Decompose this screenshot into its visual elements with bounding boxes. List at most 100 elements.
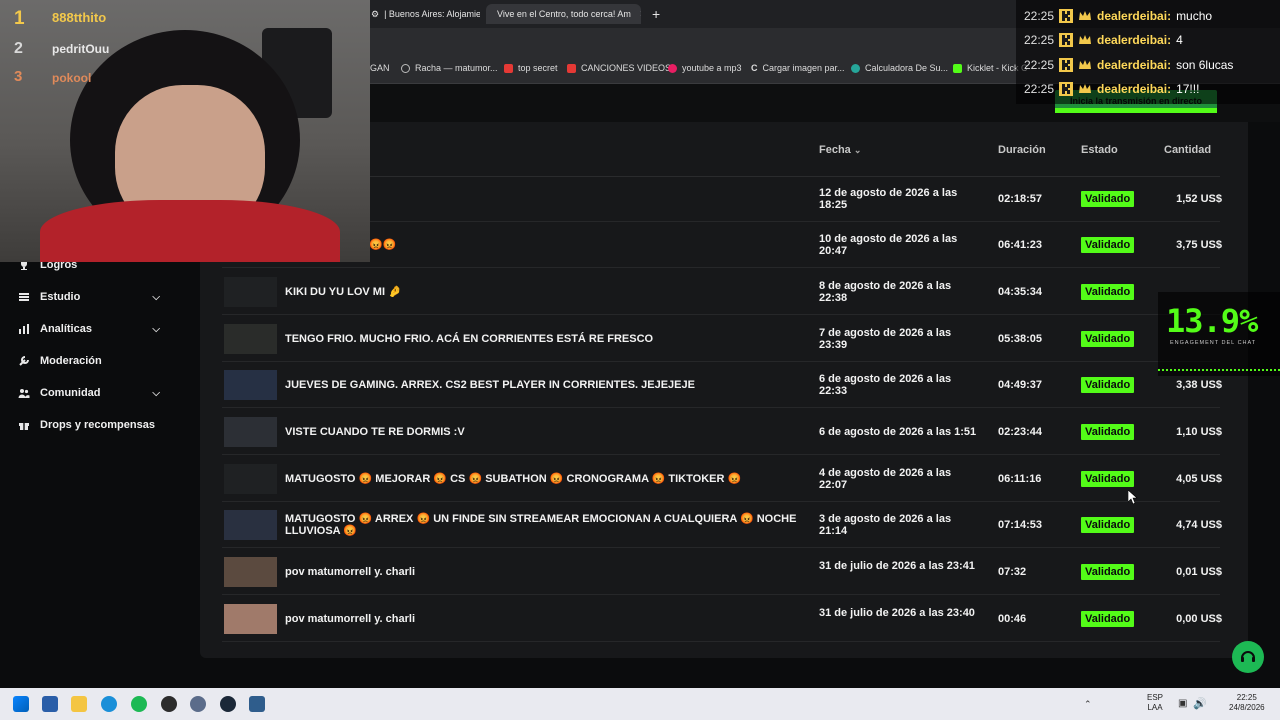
sidebar-item-label: Moderación bbox=[40, 355, 102, 367]
network-icon[interactable]: ▣ bbox=[1178, 698, 1187, 709]
stream-title[interactable]: VISTE CUANDO TE RE DORMIS :V bbox=[285, 426, 805, 438]
sidebar-item-analiticas[interactable]: Analíticas ⌵ bbox=[18, 323, 160, 335]
bookmark-item[interactable]: C Cargar imagen par... bbox=[751, 63, 845, 73]
status-badge: Validado bbox=[1081, 564, 1135, 580]
table-row[interactable]: JUEVES DE GAMING. ARREX. CS2 BEST PLAYER… bbox=[222, 362, 1222, 408]
crown-icon bbox=[1079, 84, 1092, 93]
support-button[interactable] bbox=[1232, 641, 1264, 673]
status-badge: Validado bbox=[1081, 284, 1135, 300]
mouse-cursor-icon bbox=[1128, 490, 1138, 504]
chevron-up-icon[interactable]: ⌃ bbox=[1084, 699, 1092, 710]
windows-start-icon[interactable] bbox=[13, 696, 29, 712]
bookmark-item[interactable]: Calculadora De Su... bbox=[851, 63, 948, 73]
spotify-icon[interactable] bbox=[131, 696, 147, 712]
tab-vive-centro[interactable]: Vive en el Centro, todo cerca! Am × bbox=[486, 4, 641, 24]
youtube-icon bbox=[567, 63, 576, 73]
table-row[interactable]: pov matumorrell y. charli 31 de julio de … bbox=[222, 596, 1222, 642]
stream-thumbnail[interactable] bbox=[224, 557, 277, 587]
ccleaner-icon[interactable] bbox=[190, 696, 206, 712]
stream-thumbnail[interactable] bbox=[224, 464, 277, 494]
stream-thumbnail[interactable] bbox=[224, 277, 277, 307]
sidebar-item-label: Comunidad bbox=[40, 387, 101, 399]
sidebar-item-moderacion[interactable]: Moderación bbox=[18, 355, 160, 367]
crown-icon bbox=[1079, 60, 1092, 69]
table-row[interactable]: VISTE CUANDO TE RE DORMIS :V 6 de agosto … bbox=[222, 409, 1222, 455]
header-amount: Cantidad bbox=[1164, 144, 1212, 156]
stream-title[interactable]: pov matumorrell y. charli bbox=[285, 613, 805, 625]
status-badge: Validado bbox=[1081, 611, 1135, 627]
stream-thumbnail[interactable] bbox=[224, 510, 277, 540]
chat-message: 22:25 dealerdeibai: mucho bbox=[1024, 9, 1213, 23]
sidebar-item-drops[interactable]: Drops y recompensas bbox=[18, 419, 160, 431]
header-status: Estado bbox=[1081, 144, 1118, 156]
header-duration: Duración bbox=[998, 144, 1046, 156]
volume-icon[interactable]: 🔊 bbox=[1193, 697, 1207, 710]
close-icon[interactable]: × bbox=[640, 8, 641, 20]
header-date[interactable]: Fecha ⌄ bbox=[819, 144, 861, 156]
kick-badge-icon bbox=[1059, 33, 1074, 47]
stream-date: 6 de agosto de 2026 a las 1:51 bbox=[819, 426, 977, 438]
bookmark-item[interactable]: Racha — matumor... bbox=[401, 63, 498, 73]
stream-title[interactable]: TENGO FRIO. MUCHO FRIO. ACÁ EN CORRIENTE… bbox=[285, 333, 805, 345]
store-icon[interactable] bbox=[42, 696, 58, 712]
clock[interactable]: 22:25 24/8/2026 bbox=[1229, 693, 1265, 713]
sidebar-item-estudio[interactable]: Estudio ⌵ bbox=[18, 291, 160, 303]
globe-icon bbox=[401, 63, 410, 73]
bookmark-item[interactable]: GAN bbox=[370, 63, 390, 73]
payout-amount: 3,75 US$ bbox=[1176, 239, 1222, 251]
language-indicator[interactable]: ESP LAA bbox=[1147, 693, 1163, 713]
stream-title[interactable]: MATUGOSTO 😡 MEJORAR 😡 CS 😡 SUBATHON 😡 CR… bbox=[285, 473, 805, 485]
go-live-accent bbox=[1055, 108, 1217, 113]
stream-title[interactable]: JUEVES DE GAMING. ARREX. CS2 BEST PLAYER… bbox=[285, 379, 805, 391]
headset-icon bbox=[1241, 651, 1255, 662]
person-shirt bbox=[40, 200, 340, 262]
stream-thumbnail[interactable] bbox=[224, 370, 277, 400]
stream-duration: 05:38:05 bbox=[998, 333, 1043, 345]
community-icon bbox=[18, 389, 30, 398]
engagement-value: 13.9% bbox=[1166, 302, 1258, 340]
stream-date: 31 de julio de 2026 a las 23:41 bbox=[819, 560, 975, 572]
table-row[interactable]: MATUGOSTO 😡 ARREX 😡 UN FINDE SIN STREAME… bbox=[222, 502, 1222, 548]
stream-date: 7 de agosto de 2026 a las 23:39 bbox=[819, 327, 952, 351]
stream-thumbnail[interactable] bbox=[224, 324, 277, 354]
stream-title[interactable]: MATUGOSTO 😡 ARREX 😡 UN FINDE SIN STREAME… bbox=[285, 513, 805, 537]
status-badge: Validado bbox=[1081, 517, 1135, 533]
steam-icon[interactable] bbox=[220, 696, 236, 712]
table-row[interactable]: pov matumorrell y. charli 31 de julio de … bbox=[222, 549, 1222, 595]
chat-message: 22:25 dealerdeibai: 4 bbox=[1024, 33, 1183, 47]
edge-icon[interactable] bbox=[101, 696, 117, 712]
table-row[interactable]: MATUGOSTO 😡 MEJORAR 😡 CS 😡 SUBATHON 😡 CR… bbox=[222, 456, 1222, 502]
stream-thumbnail[interactable] bbox=[224, 417, 277, 447]
gift-icon bbox=[19, 423, 29, 430]
chevron-down-icon: ⌵ bbox=[152, 387, 160, 399]
chat-message: 22:25 dealerdeibai: son 6lucas bbox=[1024, 58, 1234, 72]
stream-duration: 04:49:37 bbox=[998, 379, 1043, 391]
studio-icon bbox=[19, 293, 29, 301]
chevron-down-icon: ⌄ bbox=[853, 145, 862, 155]
stream-title[interactable]: KIKI DU YU LOV MI 🤌 bbox=[285, 286, 805, 298]
table-row[interactable]: ME LA SUBE 😡😡😡10 de agosto de 2026 a las… bbox=[222, 222, 1222, 268]
kicklet-icon bbox=[953, 63, 962, 73]
crown-icon bbox=[1079, 35, 1092, 44]
table-row[interactable]: KIKI DU YU LOV MI 🤌 8 de agosto de 2026 a… bbox=[222, 269, 1220, 315]
stream-duration: 07:32 bbox=[998, 566, 1027, 578]
bookmark-item[interactable]: CANCIONES VIDEOS bbox=[567, 63, 671, 73]
obs-icon[interactable] bbox=[161, 696, 177, 712]
file-explorer-icon[interactable] bbox=[71, 696, 87, 712]
table-row[interactable]: TENGO FRIO. MUCHO FRIO. ACÁ EN CORRIENTE… bbox=[222, 316, 1220, 362]
stream-title[interactable]: pov matumorrell y. charli bbox=[285, 566, 805, 578]
status-badge: Validado bbox=[1081, 331, 1135, 347]
stream-date: 6 de agosto de 2026 a las 22:33 bbox=[819, 373, 952, 397]
chat-message: 22:25 dealerdeibai: 17!!! bbox=[1024, 82, 1200, 96]
stream-duration: 04:35:34 bbox=[998, 286, 1043, 298]
calculator-icon[interactable] bbox=[249, 696, 265, 712]
new-tab-button[interactable]: + bbox=[646, 4, 666, 24]
sidebar-item-comunidad[interactable]: Comunidad ⌵ bbox=[18, 387, 160, 399]
bookmark-item[interactable]: youtube a mp3 bbox=[668, 63, 742, 73]
tab-alojamiento[interactable]: ⚙ | Buenos Aires: Alojamien × bbox=[365, 4, 480, 24]
status-badge: Validado bbox=[1081, 191, 1135, 207]
wrench-icon bbox=[19, 356, 29, 366]
bookmark-item[interactable]: top secret bbox=[504, 63, 558, 73]
stream-thumbnail[interactable] bbox=[224, 604, 277, 634]
table-row[interactable]: 12 de agosto de 2026 a las 18:25 02:18:57… bbox=[222, 176, 1222, 222]
